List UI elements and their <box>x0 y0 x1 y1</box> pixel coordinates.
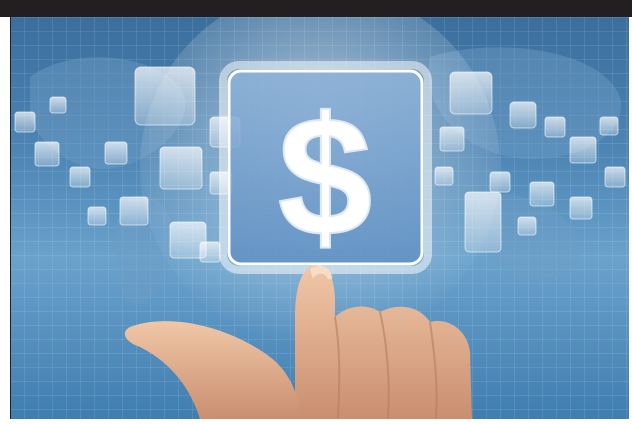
dollar-icon: $ <box>278 82 373 272</box>
photo-illustration: $ <box>14 17 626 419</box>
left-border <box>10 17 11 419</box>
top-bar <box>0 0 632 17</box>
dollar-tile: $ <box>219 61 432 274</box>
stock-photo: $ <box>10 17 629 419</box>
